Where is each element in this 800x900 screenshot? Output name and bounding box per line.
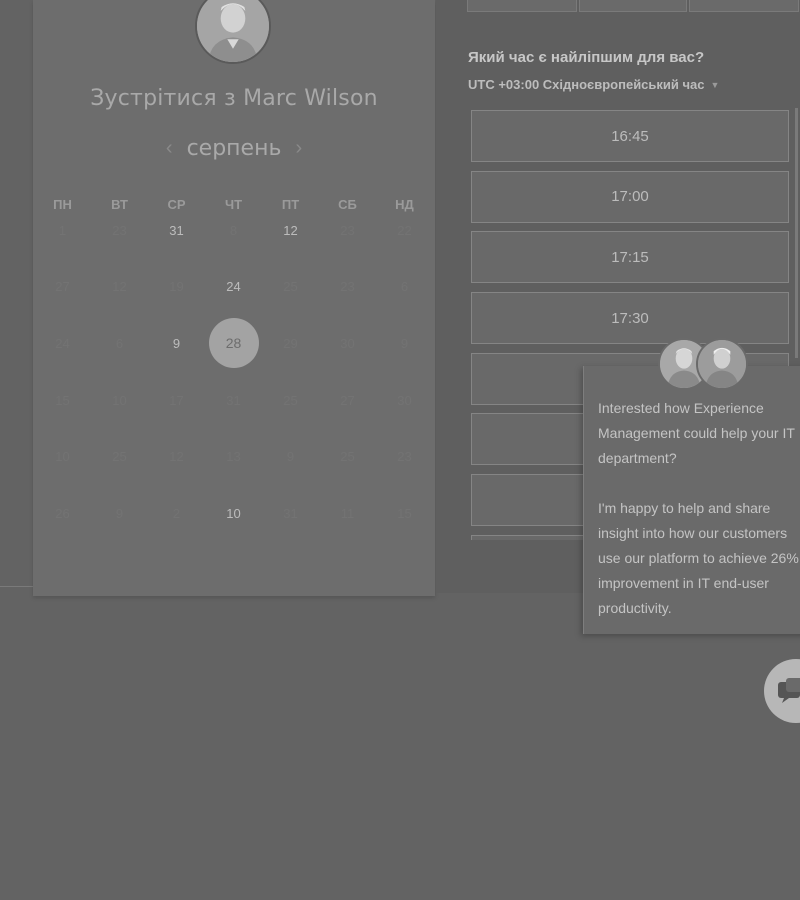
calendar-day: 9 <box>286 449 295 465</box>
calendar-day: 31 <box>283 505 298 521</box>
calendar-day: 9 <box>115 505 124 521</box>
calendar-day: 23 <box>340 222 355 238</box>
caret-down-icon: ▼ <box>710 79 720 90</box>
calendar-day: 9 <box>400 335 409 351</box>
chat-launcher-button[interactable] <box>764 659 800 723</box>
calendar-day: 24 <box>55 335 70 351</box>
timezone-label: UTC +03:00 Східноєвропейський час <box>468 77 705 92</box>
calendar-day: 23 <box>112 222 127 238</box>
month-label: серпень <box>186 135 282 161</box>
chat-agent-avatars <box>658 338 748 392</box>
time-list-scrollbar[interactable] <box>795 108 798 358</box>
timezone-selector[interactable]: UTC +03:00 Східноєвропейський час ▼ <box>468 77 719 92</box>
calendar-day-available[interactable]: 24 <box>205 259 262 316</box>
calendar-day: 29 <box>283 335 298 351</box>
time-slot-button[interactable]: 17:00 <box>471 170 789 223</box>
calendar-day-available[interactable]: 12 <box>262 202 319 259</box>
calendar-day: 10 <box>55 449 70 465</box>
meeting-title: Зустрітися з Marc Wilson <box>90 86 378 111</box>
calendar-day: 17 <box>169 392 184 408</box>
calendar-day: 2 <box>172 505 181 521</box>
calendar-day: 25 <box>283 279 298 295</box>
calendar-day-grid: 1 23 31 8 12 23 22 27 12 19 24 25 23 6 2… <box>34 202 434 542</box>
calendar-day: 25 <box>283 392 298 408</box>
next-month-chevron-icon[interactable]: › <box>295 138 302 158</box>
selected-day-circle: 28 <box>208 318 259 369</box>
month-navigator: ‹ серпень › <box>33 134 435 162</box>
calendar-day: 15 <box>397 505 412 521</box>
calendar-day: 26 <box>55 505 70 521</box>
calendar-day: 6 <box>400 279 409 295</box>
calendar-day: 31 <box>226 392 241 408</box>
time-slot-button[interactable]: 17:30 <box>471 292 789 345</box>
calendar-day: 13 <box>226 449 241 465</box>
calendar-day: 6 <box>115 335 124 351</box>
calendar-day: 1 <box>58 222 67 238</box>
chat-bubble-icon <box>778 678 800 703</box>
time-question-heading: Який час є найліпшим для вас? <box>468 49 705 66</box>
view-tab[interactable] <box>689 0 799 12</box>
calendar-day: 30 <box>397 392 412 408</box>
calendar-day: 30 <box>340 335 355 351</box>
calendar-day-selected[interactable]: 28 <box>205 315 262 372</box>
calendar-day: 15 <box>55 392 70 408</box>
view-tabs <box>467 0 799 12</box>
calendar-day: 23 <box>340 279 355 295</box>
calendar-day: 27 <box>55 279 70 295</box>
view-tab[interactable] <box>467 0 577 12</box>
calendar-day: 23 <box>397 449 412 465</box>
chat-message-text: Interested how Experience Management cou… <box>598 400 799 616</box>
calendar-day-available[interactable]: 31 <box>148 202 205 259</box>
calendar-day: 8 <box>229 222 238 238</box>
calendar-day-available[interactable]: 9 <box>148 315 205 372</box>
view-tab[interactable] <box>579 0 687 12</box>
prev-month-chevron-icon[interactable]: ‹ <box>166 138 173 158</box>
calendar-day: 22 <box>397 222 412 238</box>
calendar-day: 25 <box>340 449 355 465</box>
calendar-day: 11 <box>340 505 355 521</box>
calendar-day: 27 <box>340 392 355 408</box>
calendar-day: 25 <box>112 449 127 465</box>
time-slot-button[interactable]: 17:15 <box>471 231 789 284</box>
calendar-day: 12 <box>169 449 184 465</box>
time-slot-button[interactable]: 16:45 <box>471 110 789 162</box>
calendar-day: 10 <box>112 392 127 408</box>
agent-avatar <box>696 338 748 390</box>
calendar-day: 19 <box>169 279 184 295</box>
calendar-day-available[interactable]: 10 <box>205 485 262 542</box>
calendar-day: 12 <box>112 279 127 295</box>
